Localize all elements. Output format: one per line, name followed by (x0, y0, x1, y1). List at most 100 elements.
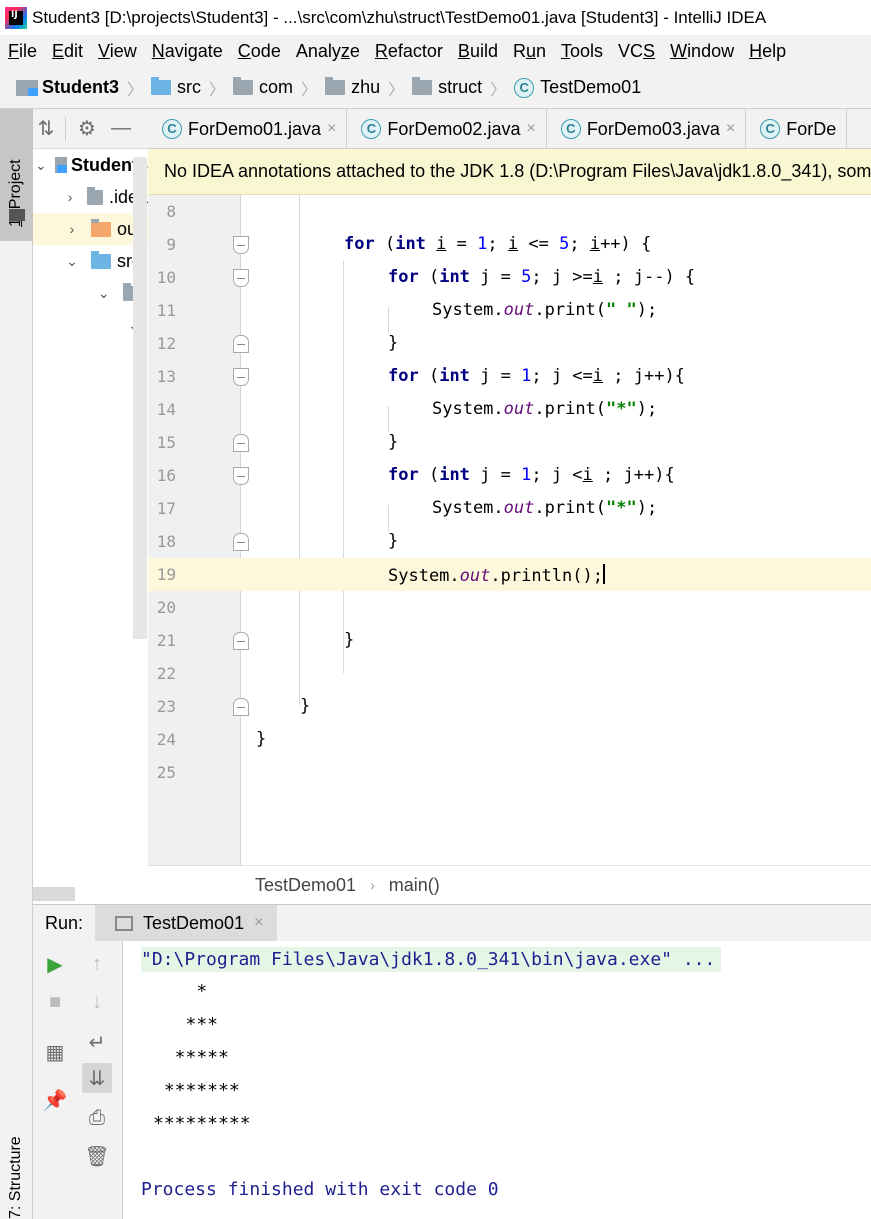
horizontal-scrollbar[interactable] (33, 887, 75, 901)
menu-item[interactable]: Window (670, 41, 734, 62)
chevron-down-icon[interactable]: ⌄ (35, 157, 47, 174)
breadcrumb-method[interactable]: main() (389, 875, 440, 896)
fold-marker-icon[interactable] (233, 698, 249, 716)
code-area[interactable]: 8 9 for (int i = 1; i <= 5; i++) { 10 for (i… (148, 195, 871, 865)
package-icon (233, 77, 254, 95)
chevron-right-icon[interactable]: › (63, 221, 81, 237)
soft-wrap-icon[interactable]: ↵ (82, 1027, 112, 1057)
close-icon[interactable]: × (526, 120, 535, 138)
project-tool-button[interactable]: 1: Project (0, 109, 33, 241)
editor-tab[interactable]: C ForDemo02.java × (347, 109, 547, 148)
fold-marker-icon[interactable] (233, 335, 249, 353)
print-icon[interactable]: ⎙ (82, 1103, 112, 1133)
line-number: 19 (156, 565, 176, 584)
fold-marker-icon[interactable] (233, 632, 249, 650)
code-line: 14 System.out.print("*"); (148, 393, 871, 426)
close-icon[interactable]: × (327, 120, 336, 138)
menu-item[interactable]: Tools (561, 41, 603, 62)
fold-marker-icon[interactable] (233, 236, 249, 254)
chevron-right-icon: 〉 (301, 81, 318, 99)
stop-icon[interactable]: ■ (40, 987, 70, 1017)
menu-item[interactable]: Edit (52, 41, 83, 62)
chevron-right-icon: › (370, 877, 375, 893)
code-line: 24} (148, 723, 871, 756)
run-panel-header: Run: TestDemo01 × (33, 904, 871, 942)
code-line: 9 for (int i = 1; i <= 5; i++) { (148, 228, 871, 261)
java-class-icon: C (760, 119, 781, 139)
code-text: for (int j = 5; j >=i ; j--) { (388, 267, 696, 287)
menu-item[interactable]: Help (749, 41, 786, 62)
chevron-down-icon[interactable]: ⌄ (95, 285, 113, 302)
console-output-line: * (153, 981, 208, 1002)
tree-item-package[interactable]: ⌄ (33, 277, 148, 309)
menu-item[interactable]: Navigate (152, 41, 223, 62)
line-number: 10 (156, 268, 176, 287)
run-tab[interactable]: TestDemo01 × (95, 904, 278, 942)
layout-icon[interactable]: ▦ (40, 1037, 70, 1067)
scroll-to-end-icon[interactable]: ⇊ (82, 1063, 112, 1093)
fold-marker-icon[interactable] (233, 467, 249, 485)
line-number: 8 (166, 202, 176, 221)
fold-marker-icon[interactable] (233, 269, 249, 287)
code-line: 11 System.out.print(" "); (148, 294, 871, 327)
fold-marker-icon[interactable] (233, 434, 249, 452)
breadcrumb-file[interactable]: C TestDemo01 (514, 77, 641, 98)
code-text: for (int j = 1; j <=i ; j++){ (388, 366, 685, 386)
scrollbar-track[interactable] (133, 157, 147, 639)
tree-item-idea[interactable]: › .idea (33, 181, 148, 213)
editor-tab[interactable]: C ForDe (746, 109, 848, 148)
package-icon (325, 77, 346, 95)
breadcrumb-class[interactable]: TestDemo01 (255, 875, 356, 896)
menu-item[interactable]: Analyze (296, 41, 360, 62)
code-text: } (388, 432, 399, 452)
menu-item[interactable]: Code (238, 41, 281, 62)
menu-item[interactable]: Refactor (375, 41, 443, 62)
menu-item[interactable]: VCS (618, 41, 655, 62)
line-number: 25 (156, 763, 176, 782)
editor-tab[interactable]: C ForDemo01.java × (148, 109, 348, 148)
collapse-all-icon[interactable]: ⇅ (33, 116, 59, 141)
toolbar-divider (65, 116, 66, 141)
tree-item-out[interactable]: › out (33, 213, 148, 245)
chevron-down-icon[interactable]: ⌄ (63, 253, 81, 270)
arrow-up-icon[interactable]: ↑ (82, 949, 112, 979)
pin-icon[interactable]: 📌 (40, 1085, 70, 1115)
code-line: 15} (148, 426, 871, 459)
run-label: Run: (45, 912, 84, 933)
breadcrumb-struct[interactable]: struct 〉 (412, 76, 514, 100)
tree-item-subpackage[interactable]: ⌄ (33, 309, 148, 341)
close-icon[interactable]: × (254, 914, 263, 932)
gear-icon[interactable]: ⚙ (74, 116, 100, 141)
console-output-line: *** (153, 1014, 219, 1035)
console-output[interactable]: "D:\Program Files\Java\jdk1.8.0_341\bin\… (123, 941, 871, 1219)
code-text: System.out.print("*"); (432, 498, 658, 518)
left-tool-stripe: 1: Project 7: Structure (0, 109, 33, 1219)
fold-marker-icon[interactable] (233, 368, 249, 386)
breadcrumb-project[interactable]: Student3 〉 (16, 76, 151, 100)
structure-tool-button[interactable]: 7: Structure (7, 1136, 25, 1219)
close-icon[interactable]: × (726, 120, 735, 138)
hide-icon[interactable]: — (108, 117, 134, 140)
menu-item[interactable]: Build (458, 41, 498, 62)
fold-marker-icon[interactable] (233, 533, 249, 551)
code-text: System.out.println(); (388, 564, 605, 586)
menu-item[interactable]: View (98, 41, 137, 62)
arrow-down-icon[interactable]: ↓ (82, 987, 112, 1017)
code-editor: C ForDemo01.java × C ForDemo02.java × C ForDemo… (148, 109, 871, 904)
rerun-icon[interactable]: ▶ (40, 949, 70, 979)
tree-item-root[interactable]: ⌄ Student3 (33, 149, 148, 181)
trash-icon[interactable]: 🗑 (82, 1141, 112, 1171)
breadcrumb-zhu[interactable]: zhu 〉 (325, 76, 412, 100)
chevron-right-icon[interactable]: › (63, 189, 77, 205)
line-number: 21 (156, 631, 176, 650)
run-toolbar: ▶ ↑ ■ ↓ ↵ ▦ ⇊ 📌 ⎙ 🗑 (33, 941, 123, 1219)
tree-item-src[interactable]: ⌄ src (33, 245, 148, 277)
breadcrumb-com[interactable]: com 〉 (233, 76, 325, 100)
menu-item[interactable]: Run (513, 41, 546, 62)
code-line: 25 (148, 756, 871, 789)
breadcrumb-src[interactable]: src 〉 (151, 76, 233, 100)
chevron-right-icon: 〉 (127, 81, 144, 99)
code-text: for (int i = 1; i <= 5; i++) { (344, 234, 652, 254)
editor-tab[interactable]: C ForDemo03.java × (547, 109, 747, 148)
menu-item[interactable]: File (8, 41, 37, 62)
